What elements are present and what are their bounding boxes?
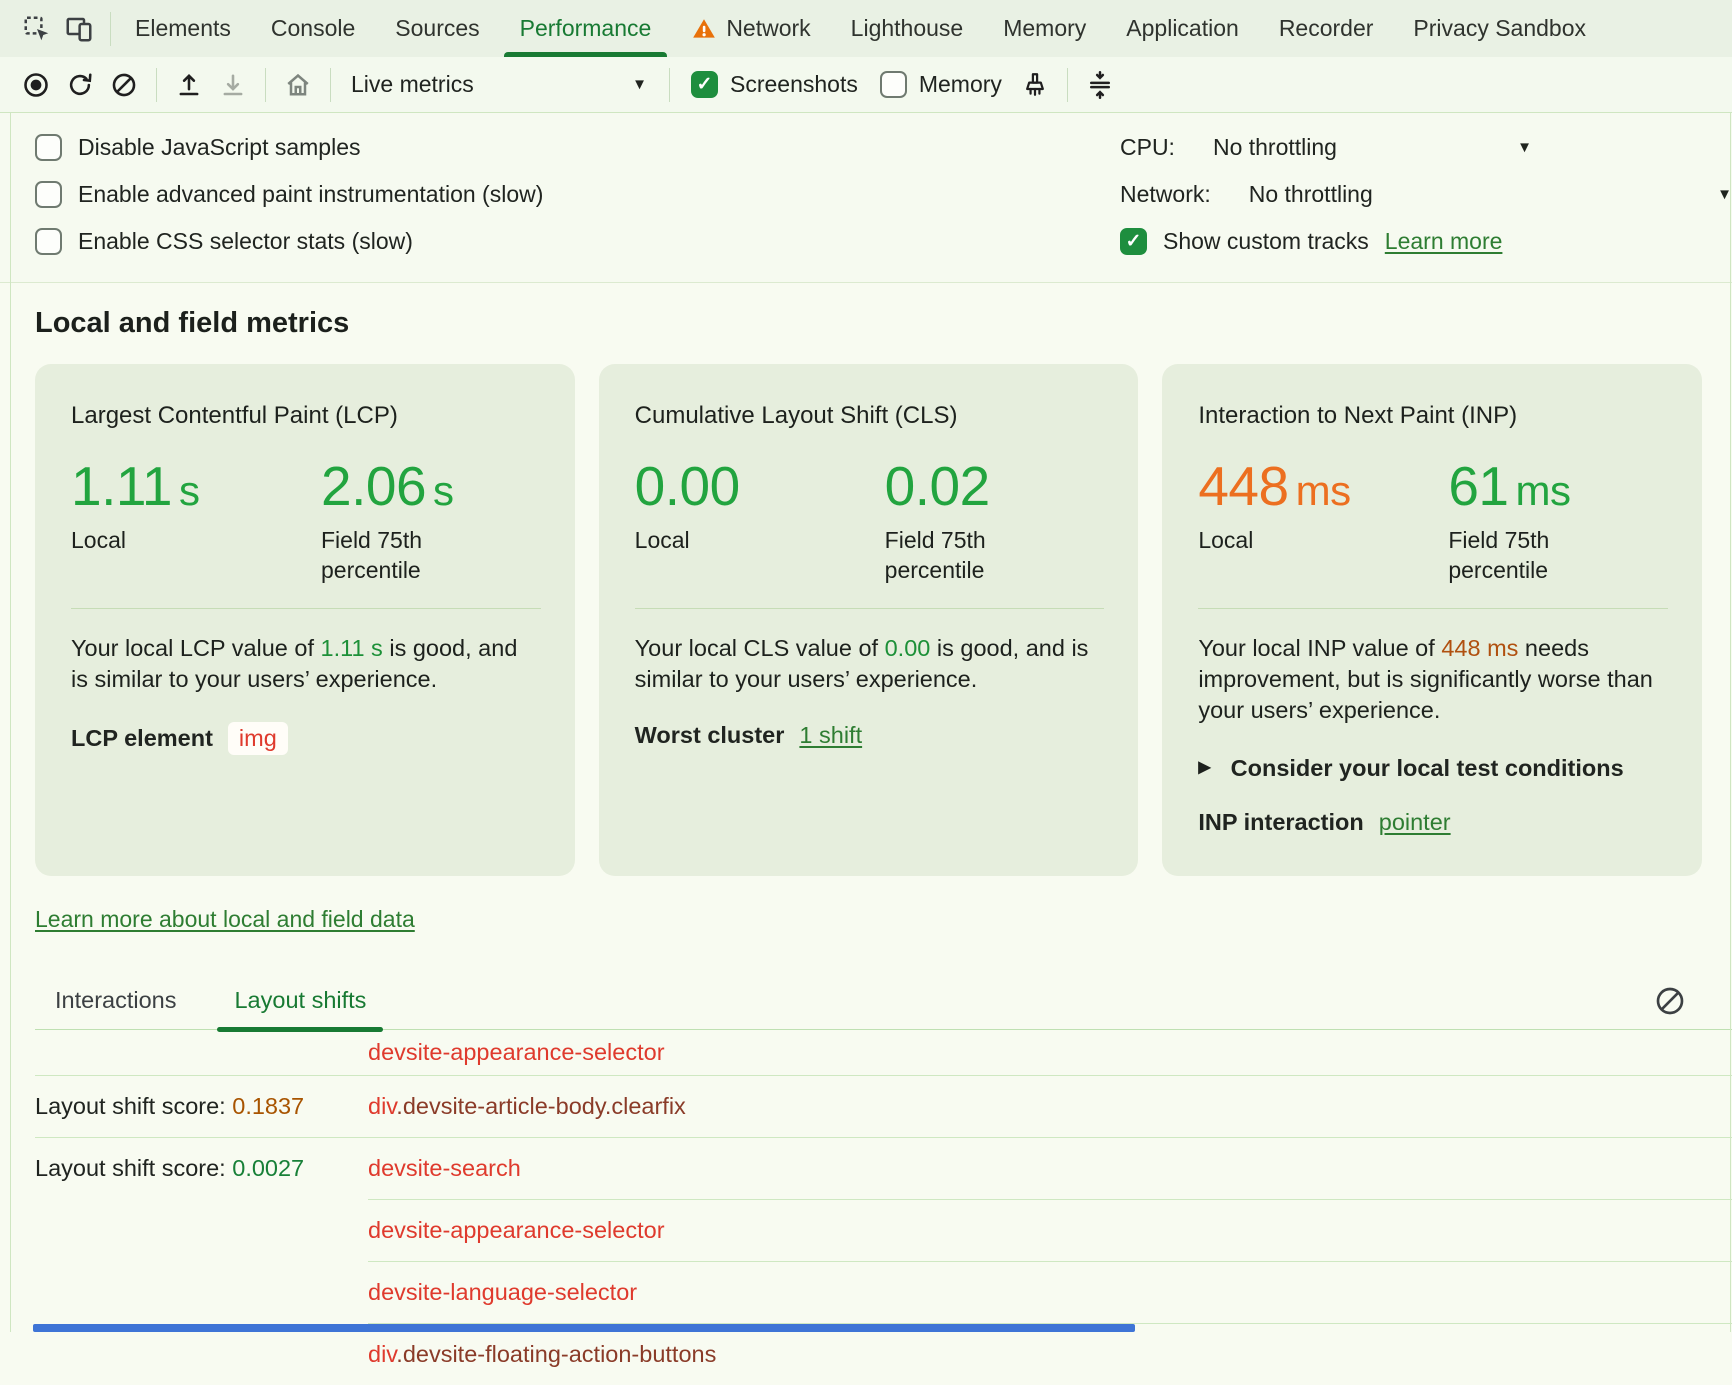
divider	[635, 608, 1105, 609]
cls-card: Cumulative Layout Shift (CLS) 0.00 Local…	[599, 364, 1139, 876]
layout-shift-row: Layout shift score: 0.1837 div.devsite-a…	[35, 1076, 1732, 1137]
divider	[156, 68, 157, 102]
metric-cards: Largest Contentful Paint (LCP) 1.11s Loc…	[35, 364, 1702, 876]
shifted-element-link[interactable]: div.devsite-article-body.clearfix	[368, 1093, 686, 1120]
tab-performance[interactable]: Performance	[520, 0, 652, 57]
lcp-card: Largest Contentful Paint (LCP) 1.11s Loc…	[35, 364, 575, 876]
live-metrics-home-icon[interactable]	[276, 64, 320, 106]
clear-icon[interactable]	[102, 64, 146, 106]
shifted-element-link[interactable]: div.devsite-floating-action-buttons	[368, 1341, 716, 1368]
metric-description: Your local INP value of 448 ms needs imp…	[1198, 633, 1668, 727]
inp-card: Interaction to Next Paint (INP) 448ms Lo…	[1162, 364, 1702, 876]
shifted-element-link[interactable]: devsite-search	[368, 1155, 521, 1182]
memory-checkbox[interactable]: Memory	[880, 71, 1002, 98]
save-profile-icon[interactable]	[211, 64, 255, 106]
clear-log-icon[interactable]	[1652, 983, 1688, 1019]
field-value-block: 0.02 Field 75th percentile	[885, 454, 1105, 586]
custom-tracks-learn-more-link[interactable]: Learn more	[1385, 228, 1503, 255]
panel-tabs: Elements Console Sources Performance Net…	[135, 0, 1586, 57]
layout-shift-row: devsite-appearance-selector	[35, 1030, 1732, 1075]
shifted-element-link[interactable]: devsite-language-selector	[368, 1279, 637, 1306]
lcp-element-link[interactable]: img	[228, 722, 288, 755]
card-title: Largest Contentful Paint (LCP)	[71, 402, 541, 430]
divider	[71, 608, 541, 609]
shifted-element-link[interactable]: devsite-appearance-selector	[368, 1217, 665, 1244]
metric-description: Your local LCP value of 1.11 s is good, …	[71, 633, 541, 696]
tab-privacy-sandbox[interactable]: Privacy Sandbox	[1413, 0, 1586, 57]
load-profile-icon[interactable]	[167, 64, 211, 106]
shifted-element-link[interactable]: devsite-appearance-selector	[368, 1039, 665, 1066]
network-throttling-select[interactable]: Network: No throttling ▼	[1120, 171, 1732, 218]
checkbox-checked-icon: ✓	[1120, 228, 1147, 255]
inp-interaction-link[interactable]: pointer	[1379, 809, 1451, 836]
field-value-block: 2.06s Field 75th percentile	[321, 454, 541, 586]
divider	[265, 68, 266, 102]
checkbox-unchecked-icon	[35, 228, 62, 255]
local-value-block: 1.11s Local	[71, 454, 321, 586]
history-select[interactable]: Live metrics ▼	[341, 64, 659, 106]
card-title: Interaction to Next Paint (INP)	[1198, 402, 1668, 430]
capture-settings-right: CPU: No throttling ▼ Network: No throttl…	[1120, 124, 1732, 265]
divider	[1198, 608, 1668, 609]
layout-shift-row: devsite-language-selector	[35, 1262, 1732, 1323]
panel-edge-line	[10, 113, 11, 1332]
worst-cluster-label: Worst cluster	[635, 722, 785, 749]
layout-shift-row: devsite-appearance-selector	[35, 1200, 1732, 1261]
show-custom-tracks-checkbox[interactable]: ✓ Show custom tracks Learn more	[1120, 218, 1732, 265]
page-title: Local and field metrics	[35, 307, 1732, 340]
checkbox-unchecked-icon	[35, 181, 62, 208]
worst-cluster-link[interactable]: 1 shift	[799, 722, 862, 749]
tab-recorder[interactable]: Recorder	[1279, 0, 1374, 57]
log-tabs: Interactions Layout shifts	[35, 987, 1732, 1030]
tab-layout-shifts[interactable]: Layout shifts	[234, 987, 366, 1014]
inspect-element-icon[interactable]	[16, 8, 58, 50]
record-icon[interactable]	[14, 64, 58, 106]
collapse-sections-icon[interactable]	[1078, 64, 1122, 106]
devtools-window: { "colors": { "accent_green": "#187a33",…	[0, 0, 1732, 1332]
consider-local-conditions-expander[interactable]: ▶ Consider your local test conditions	[1198, 755, 1668, 782]
divider	[110, 12, 111, 46]
field-value-block: 61ms Field 75th percentile	[1448, 454, 1668, 586]
layout-shift-score: 0.0027	[232, 1155, 304, 1181]
tab-memory[interactable]: Memory	[1003, 0, 1086, 57]
local-value-block: 448ms Local	[1198, 454, 1448, 586]
checkbox-checked-icon: ✓	[691, 71, 718, 98]
layout-shift-row: Layout shift score: 0.0027 devsite-searc…	[35, 1138, 1732, 1199]
layout-shift-row: div.devsite-floating-action-buttons	[35, 1324, 1732, 1385]
divider	[669, 68, 670, 102]
garbage-collect-brush-icon[interactable]	[1013, 64, 1057, 106]
expand-arrow-icon: ▶	[1198, 760, 1210, 776]
metric-description: Your local CLS value of 0.00 is good, an…	[635, 633, 1105, 696]
tab-application[interactable]: Application	[1126, 0, 1239, 57]
screenshots-checkbox[interactable]: ✓ Screenshots	[691, 71, 858, 98]
tab-network[interactable]: Network	[691, 0, 810, 57]
chevron-down-icon: ▼	[632, 77, 647, 92]
live-metrics-view: Local and field metrics Largest Contentf…	[0, 307, 1732, 1385]
card-title: Cumulative Layout Shift (CLS)	[635, 402, 1105, 430]
performance-toolbar: Live metrics ▼ ✓ Screenshots Memory	[0, 57, 1732, 113]
local-value-block: 0.00 Local	[635, 454, 885, 586]
warning-icon	[691, 16, 717, 42]
tab-sources[interactable]: Sources	[395, 0, 479, 57]
divider	[330, 68, 331, 102]
layout-shift-score: 0.1837	[232, 1093, 304, 1119]
lcp-element-label: LCP element	[71, 725, 213, 752]
tab-lighthouse[interactable]: Lighthouse	[851, 0, 964, 57]
inp-interaction-label: INP interaction	[1198, 809, 1363, 836]
tab-elements[interactable]: Elements	[135, 0, 231, 57]
panel-edge-line	[1730, 113, 1731, 1332]
checkbox-unchecked-icon	[880, 71, 907, 98]
devtools-tabbar: Elements Console Sources Performance Net…	[0, 0, 1732, 57]
tab-interactions[interactable]: Interactions	[55, 987, 176, 1014]
chevron-down-icon: ▼	[1517, 140, 1532, 155]
capture-settings: Disable JavaScript samples Enable advanc…	[0, 113, 1732, 283]
divider	[1067, 68, 1068, 102]
field-data-learn-more-link[interactable]: Learn more about local and field data	[35, 906, 415, 933]
tab-console[interactable]: Console	[271, 0, 355, 57]
selected-row-highlight	[33, 1324, 1135, 1332]
device-toolbar-icon[interactable]	[58, 8, 100, 50]
checkbox-unchecked-icon	[35, 134, 62, 161]
cpu-throttling-select[interactable]: CPU: No throttling ▼	[1120, 124, 1532, 171]
reload-record-icon[interactable]	[58, 64, 102, 106]
